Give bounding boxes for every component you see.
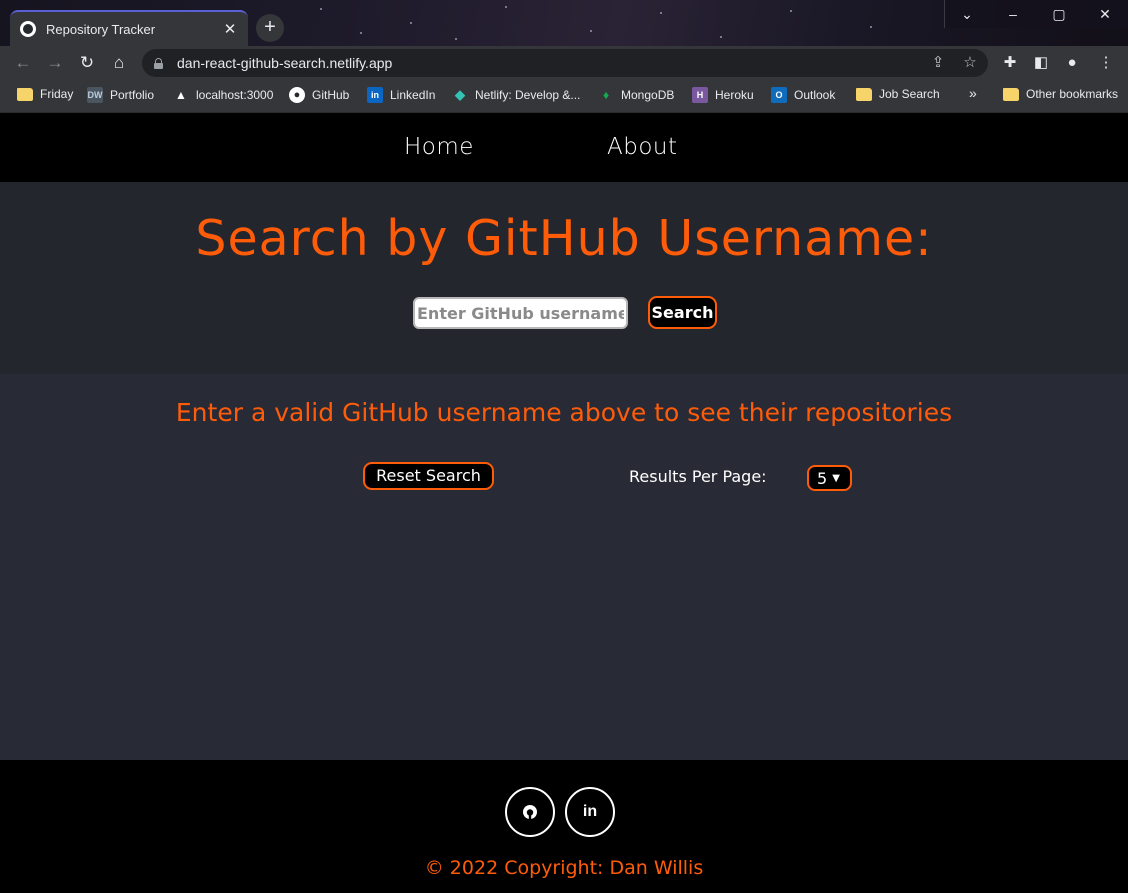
home-button[interactable]: ⌂ [106, 50, 132, 76]
github-link-button[interactable] [505, 787, 555, 837]
tab-search-icon[interactable]: ⌄ [944, 0, 990, 28]
bookmark-heroku[interactable]: H Heroku [692, 87, 754, 103]
chevron-down-icon: ▼ [832, 472, 840, 484]
github-favicon-icon [20, 21, 36, 37]
nav-home-link[interactable]: Home [404, 134, 474, 160]
bookmark-job-search[interactable]: Job Search [856, 87, 940, 101]
forward-button[interactable]: → [42, 50, 68, 76]
bookmark-star-icon[interactable]: ☆ [960, 53, 980, 71]
bookmark-label: Job Search [879, 87, 940, 101]
browser-toolbar: ← → ↻ ⌂ dan-react-github-search.netlify.… [0, 46, 1128, 80]
minimize-button[interactable]: – [990, 0, 1036, 28]
reset-search-button[interactable]: Reset Search [363, 462, 494, 490]
close-window-button[interactable]: ✕ [1082, 0, 1128, 28]
bookmark-localhost[interactable]: ▲ localhost:3000 [173, 87, 273, 103]
address-bar[interactable]: dan-react-github-search.netlify.app ⇪ ☆ [142, 49, 988, 77]
outlook-icon: O [771, 87, 787, 103]
chevron-double-icon: » [969, 85, 977, 101]
results-per-page-select[interactable]: 5 ▼ [807, 465, 852, 491]
triangle-icon: ▲ [175, 88, 187, 102]
linkedin-icon: in [582, 803, 598, 820]
dw-icon: DW [87, 87, 103, 103]
heroku-icon: H [692, 87, 708, 103]
mongodb-icon: ♦ [602, 88, 610, 102]
bookmark-outlook[interactable]: O Outlook [771, 87, 835, 103]
bookmark-portfolio[interactable]: DW Portfolio [87, 87, 154, 103]
page-title: Search by GitHub Username: [195, 210, 933, 267]
bookmark-label: localhost:3000 [196, 88, 274, 102]
bookmark-github[interactable]: ● GitHub [289, 87, 349, 103]
side-panel-icon[interactable]: ◧ [1031, 54, 1051, 72]
site-navbar: Home About [0, 114, 1128, 182]
close-tab-icon[interactable]: ✕ [222, 20, 238, 38]
maximize-button[interactable]: ▢ [1036, 0, 1082, 28]
extensions-icon[interactable]: ✚ [1000, 54, 1020, 72]
bookmark-label: Friday [40, 87, 74, 101]
folder-icon [1003, 87, 1019, 101]
url-text: dan-react-github-search.netlify.app [177, 55, 393, 71]
bookmark-linkedin[interactable]: in LinkedIn [367, 87, 435, 103]
lock-icon [154, 57, 163, 69]
bookmark-label: Heroku [715, 88, 754, 102]
bookmarks-overflow-button[interactable]: » [969, 85, 977, 101]
search-button[interactable]: Search [648, 296, 717, 329]
menu-icon[interactable]: ⋮ [1096, 54, 1116, 72]
bookmark-label: LinkedIn [390, 88, 436, 102]
nav-about-link[interactable]: About [607, 134, 678, 160]
profile-avatar[interactable]: ● [1062, 54, 1082, 72]
tab-title: Repository Tracker [46, 21, 156, 37]
results-per-page-label: Results Per Page: [629, 467, 767, 486]
bookmark-mongodb[interactable]: ♦ MongoDB [598, 87, 674, 103]
linkedin-icon: in [367, 87, 383, 103]
username-input[interactable] [413, 297, 628, 329]
new-tab-button[interactable]: + [256, 14, 284, 42]
bookmark-label: Outlook [794, 88, 836, 102]
browser-tab[interactable]: Repository Tracker ✕ [10, 10, 248, 46]
select-value: 5 [817, 468, 828, 488]
github-icon [523, 804, 537, 819]
copyright-text: © 2022 Copyright: Dan Willis [424, 857, 704, 879]
web-page: Home About Search by GitHub Username: Se… [0, 114, 1128, 893]
linkedin-link-button[interactable]: in [565, 787, 615, 837]
bookmark-netlify[interactable]: ◆ Netlify: Develop &... [452, 87, 580, 103]
share-icon[interactable]: ⇪ [928, 53, 948, 71]
bookmark-label: Other bookmarks [1026, 87, 1119, 101]
results-message: Enter a valid GitHub username above to s… [175, 398, 953, 427]
folder-icon [856, 87, 872, 101]
site-footer: in © 2022 Copyright: Dan Willis [0, 760, 1128, 893]
results-section: Enter a valid GitHub username above to s… [0, 374, 1128, 760]
netlify-icon: ◆ [455, 87, 465, 102]
bookmark-label: MongoDB [621, 88, 675, 102]
bookmark-friday[interactable]: Friday [17, 87, 73, 101]
search-section: Search by GitHub Username: Search [0, 182, 1128, 374]
bookmark-label: Portfolio [110, 88, 155, 102]
bookmark-label: GitHub [312, 88, 350, 102]
github-icon: ● [289, 87, 305, 103]
other-bookmarks[interactable]: Other bookmarks [1003, 87, 1118, 101]
bookmarks-bar: Friday DW Portfolio ▲ localhost:3000 ● G… [0, 80, 1128, 113]
reload-button[interactable]: ↻ [74, 50, 100, 76]
folder-icon [17, 87, 33, 101]
bookmark-label: Netlify: Develop &... [475, 88, 581, 102]
back-button[interactable]: ← [10, 50, 36, 76]
tab-strip: Repository Tracker ✕ + ⌄ – ▢ ✕ [0, 0, 1128, 46]
